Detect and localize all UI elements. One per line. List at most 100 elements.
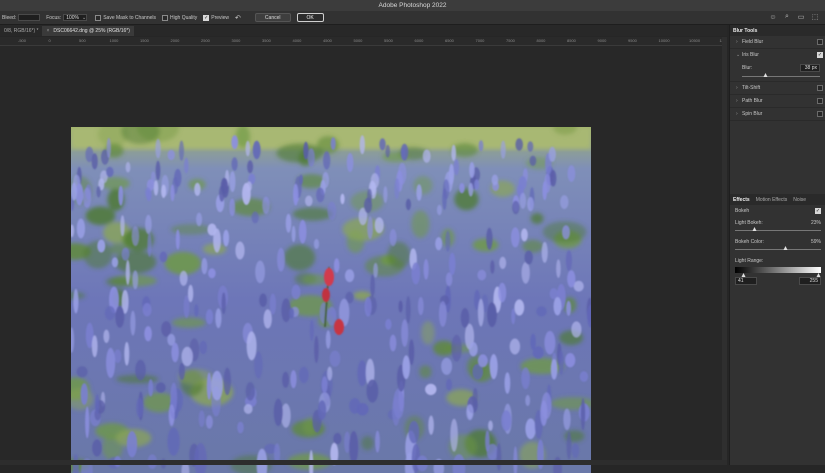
share-icon[interactable]: ⬚ — [811, 13, 819, 21]
spin-blur-row[interactable]: › Spin Blur — [730, 108, 825, 121]
ruler-tick: 8500 — [567, 38, 576, 43]
tab-active-document[interactable]: × DSC06642.dng @ 25% (RGB/16*) — [42, 26, 134, 36]
blur-value-field[interactable]: 38 px — [800, 64, 820, 72]
blur-label: Blur: — [742, 65, 753, 71]
path-blur-row[interactable]: › Path Blur — [730, 95, 825, 108]
blur-amount-control: Blur: 38 px — [730, 61, 825, 82]
ruler-tick: 6000 — [414, 38, 424, 43]
save-mask-checkbox[interactable] — [95, 14, 102, 21]
path-blur-checkbox[interactable] — [817, 98, 823, 104]
spin-blur-checkbox[interactable] — [817, 111, 823, 117]
high-quality-checkbox[interactable] — [162, 14, 169, 21]
ruler-tick: 5000 — [353, 38, 363, 43]
blur-slider[interactable] — [742, 73, 820, 77]
workspace-icon[interactable]: ▭ — [797, 13, 805, 21]
tab-noise[interactable]: Noise — [790, 197, 809, 203]
light-range-low-field[interactable]: 41 — [735, 277, 757, 285]
ruler-tick: 1500 — [140, 38, 149, 43]
ruler-tick: 10500 — [689, 38, 701, 43]
bokeh-color-handle[interactable] — [783, 246, 788, 250]
lupine-field-image — [71, 127, 591, 473]
bokeh-row[interactable]: Bokeh ✓ — [730, 206, 825, 215]
light-range-row: Light Range: — [730, 256, 825, 265]
ruler-tick: 8000 — [536, 38, 546, 43]
vertical-scrollbar[interactable] — [722, 37, 727, 460]
field-blur-checkbox[interactable] — [817, 39, 823, 45]
bokeh-color-row: Bokeh Color: 59% — [730, 237, 825, 246]
ruler-tick: 10000 — [658, 38, 670, 43]
iris-blur-label: Iris Blur — [742, 52, 759, 58]
bokeh-color-slider[interactable] — [735, 246, 821, 250]
search-icon[interactable]: ⌕ — [783, 13, 791, 21]
ruler-tick: 3000 — [231, 38, 241, 43]
preview-checkbox[interactable]: ✓ — [203, 14, 210, 21]
tab-label: DSC06642.dng @ 25% (RGB/16*) — [53, 28, 130, 34]
bleed-field[interactable] — [18, 14, 41, 21]
focus-label: Focus: — [46, 14, 62, 21]
canvas-area[interactable] — [0, 46, 722, 473]
field-blur-label: Field Blur — [742, 39, 764, 45]
light-bokeh-value[interactable]: 23% — [811, 220, 821, 226]
tilt-shift-label: Tilt-Shift — [742, 85, 761, 91]
photo-image[interactable] — [71, 127, 591, 473]
horizontal-ruler: -500 0 500 1000 1500 2000 2500 3000 3500 4000 4500… — [0, 37, 722, 46]
light-bokeh-label: Light Bokeh: — [735, 219, 763, 226]
cancel-button[interactable]: Cancel — [254, 13, 291, 22]
save-mask-toggle[interactable]: Save Mask to Channels — [95, 14, 157, 21]
bokeh-checkbox[interactable]: ✓ — [815, 207, 821, 214]
options-bar: Bleed: Focus: 100% ⌄ Save Mask to Channe… — [0, 11, 825, 25]
ruler-tick: 2000 — [170, 38, 180, 43]
ok-button[interactable]: OK — [296, 13, 324, 22]
document-tabs: 0/8, RGB/16*) * × DSC06642.dng @ 25% (RG… — [0, 25, 727, 36]
high-quality-toggle[interactable]: High Quality — [162, 14, 198, 21]
iris-blur-row[interactable]: ⌄ Iris Blur ✓ — [730, 49, 825, 61]
ruler-tick: 6500 — [445, 38, 454, 43]
save-mask-label: Save Mask to Channels — [103, 14, 157, 21]
blur-tools-header: Blur Tools — [730, 25, 825, 36]
path-blur-label: Path Blur — [742, 98, 763, 104]
effects-tabs: Effects Motion Effects Noise — [730, 194, 825, 205]
tab-effects[interactable]: Effects — [730, 197, 753, 203]
ruler-tick: 9500 — [628, 38, 637, 43]
ruler-tick: 500 — [79, 38, 86, 43]
reset-icon[interactable]: ↶ — [235, 14, 241, 22]
light-bokeh-handle[interactable] — [752, 227, 757, 231]
light-bokeh-slider[interactable] — [735, 227, 821, 231]
light-range-label: Light Range: — [735, 257, 764, 264]
focus-field[interactable]: 100% ⌄ — [63, 14, 88, 21]
chevron-down-icon[interactable]: ⌄ — [82, 15, 86, 21]
ruler-tick: 4000 — [292, 38, 302, 43]
top-right-icons: ☺ ⌕ ▭ ⬚ — [769, 13, 819, 21]
spin-blur-label: Spin Blur — [742, 111, 763, 117]
tab-label: 0/8, RGB/16*) * — [4, 28, 39, 34]
ruler-tick: 7500 — [506, 38, 515, 43]
field-blur-row[interactable]: › Field Blur — [730, 36, 825, 49]
light-range-high-handle[interactable] — [816, 273, 821, 277]
light-bokeh-row: Light Bokeh: 23% — [730, 218, 825, 227]
iris-blur-checkbox[interactable]: ✓ — [817, 52, 823, 58]
tilt-shift-checkbox[interactable] — [817, 85, 823, 91]
ruler-tick: 1000 — [109, 38, 119, 43]
bokeh-color-label: Bokeh Color: — [735, 238, 764, 245]
app-title: Adobe Photoshop 2022 — [378, 2, 447, 9]
ruler-tick: 4500 — [323, 38, 332, 43]
ruler-tick: 5500 — [384, 38, 393, 43]
ruler-tick: -500 — [18, 38, 27, 43]
title-bar: Adobe Photoshop 2022 — [0, 0, 825, 11]
high-quality-label: High Quality — [170, 14, 198, 21]
light-range-gradient[interactable] — [735, 267, 821, 277]
preview-toggle[interactable]: ✓ Preview — [203, 14, 229, 21]
ruler-tick: 7000 — [475, 38, 485, 43]
tilt-shift-row[interactable]: › Tilt-Shift — [730, 82, 825, 95]
tab-previous-document[interactable]: 0/8, RGB/16*) * — [0, 26, 42, 36]
light-range-low-handle[interactable] — [741, 273, 746, 277]
ruler-tick: 2500 — [201, 38, 210, 43]
bokeh-color-value[interactable]: 59% — [811, 239, 821, 245]
tab-motion-effects[interactable]: Motion Effects — [753, 197, 791, 203]
panel-title: Blur Tools — [733, 27, 758, 34]
user-icon[interactable]: ☺ — [769, 13, 777, 21]
light-range-high-field[interactable]: 255 — [799, 277, 821, 285]
blur-slider-handle[interactable] — [763, 73, 768, 77]
focus-value: 100% — [66, 14, 79, 21]
close-icon[interactable]: × — [46, 28, 49, 34]
